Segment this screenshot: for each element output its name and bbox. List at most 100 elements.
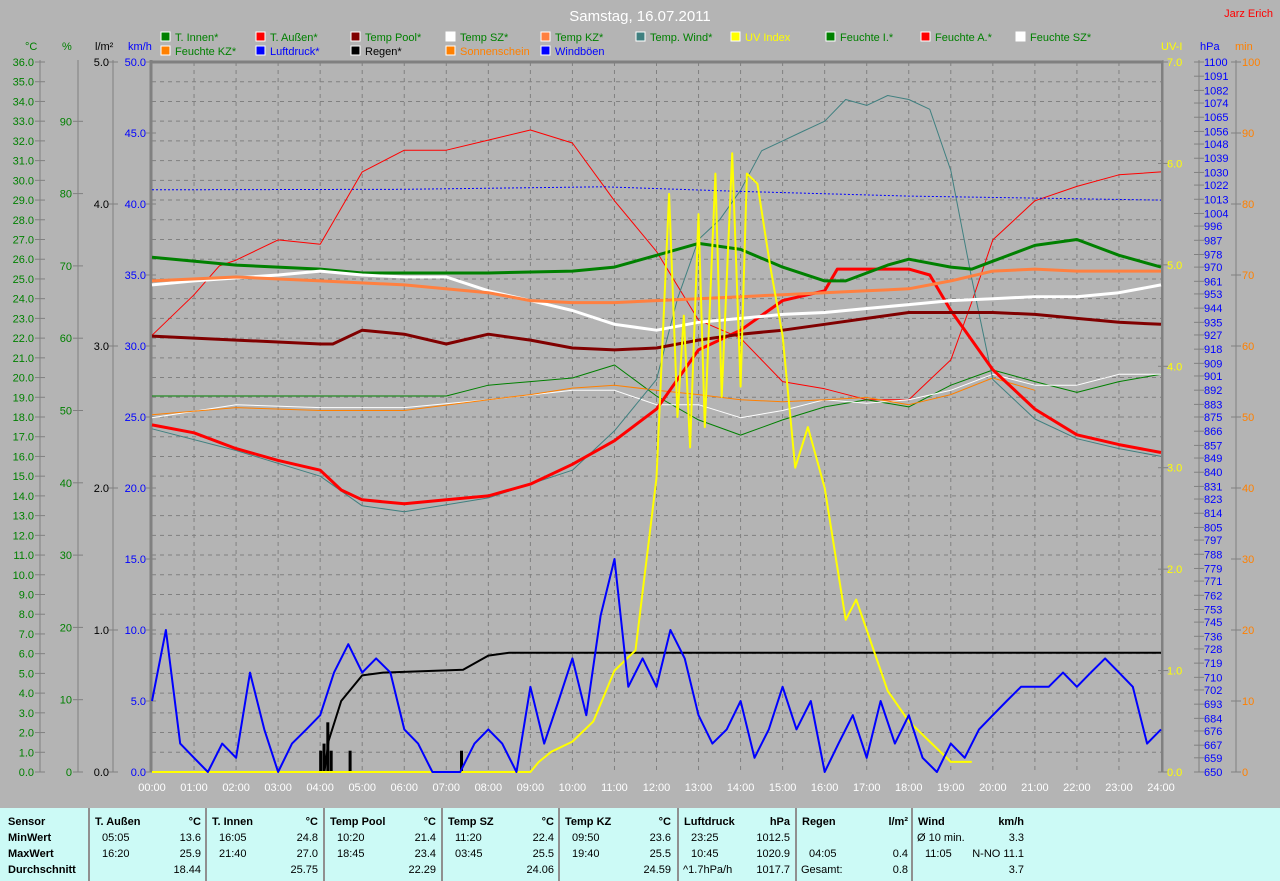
x-tick-label: 24:00 (1147, 782, 1175, 794)
hpa-tick-label: 901 (1204, 371, 1222, 383)
pct-tick-label: 70 (60, 261, 72, 273)
hpa-tick-label: 1013 (1204, 194, 1228, 206)
hpa-tick-label: 953 (1204, 289, 1222, 301)
hpa-tick-label: 840 (1204, 467, 1222, 479)
min-tick-label: 70 (1242, 270, 1254, 282)
temp-tick-label: 27.0 (13, 235, 34, 247)
x-tick-label: 21:00 (1021, 782, 1049, 794)
uv-tick-label: 0.0 (1167, 767, 1182, 779)
rain-tick-label: 2.0 (94, 483, 109, 495)
temp-tick-label: 26.0 (13, 254, 34, 266)
hpa-tick-label: 797 (1204, 535, 1222, 547)
legend-label: Temp Pool* (365, 32, 422, 44)
temp-tick-label: 7.0 (19, 629, 34, 641)
temp-tick-label: 24.0 (13, 294, 34, 306)
pct-tick-label: 0 (66, 767, 72, 779)
legend-label: T. Innen* (175, 32, 219, 44)
hpa-tick-label: 892 (1204, 385, 1222, 397)
hpa-tick-label: 1100 (1204, 57, 1228, 69)
wind-tick-label: 40.0 (125, 199, 146, 211)
hpa-tick-label: 849 (1204, 453, 1222, 465)
row-label-min: MinWert (8, 832, 52, 844)
column-separator (911, 808, 913, 881)
uv-tick-label: 7.0 (1167, 57, 1182, 69)
hpa-tick-label: 987 (1204, 235, 1222, 247)
section-unit: l/m² (888, 816, 908, 828)
stat-value: 0.4 (892, 848, 908, 860)
stat-value: 23.4 (414, 848, 436, 860)
hpa-tick-label: 831 (1204, 481, 1222, 493)
hpa-tick-label: 935 (1204, 317, 1222, 329)
uv-tick-label: 2.0 (1167, 564, 1182, 576)
rain-tick-label: 1.0 (94, 625, 109, 637)
legend-label: Temp KZ* (555, 32, 604, 44)
temp-tick-label: 1.0 (19, 747, 34, 759)
section-unit: °C (305, 816, 318, 828)
legend-swatch (255, 45, 266, 56)
hpa-axis-unit: hPa (1200, 41, 1220, 53)
legend-swatch (255, 31, 266, 42)
x-tick-label: 04:00 (306, 782, 334, 794)
temp-tick-label: 2.0 (19, 728, 34, 740)
legend-swatch (730, 31, 741, 42)
legend-swatch (445, 45, 456, 56)
rain-tick-label: 5.0 (94, 57, 109, 69)
temp-tick-label: 23.0 (13, 313, 34, 325)
temp-tick-label: 28.0 (13, 215, 34, 227)
x-tick-label: 17:00 (853, 782, 881, 794)
x-tick-label: 15:00 (769, 782, 797, 794)
min-tick-label: 80 (1242, 199, 1254, 211)
section-unit: °C (541, 816, 554, 828)
column-separator (88, 808, 90, 881)
temp-tick-label: 14.0 (13, 491, 34, 503)
stat-value: 1020.9 (756, 848, 790, 860)
hpa-tick-label: 1048 (1204, 139, 1228, 151)
weather-chart: Samstag, 16.07.2011 Jarz Erich T. Innen*… (13, 8, 1273, 794)
uv-tick-label: 6.0 (1167, 158, 1182, 170)
hpa-tick-label: 1004 (1204, 208, 1228, 220)
hpa-tick-label: 676 (1204, 726, 1222, 738)
x-tick-label: 01:00 (180, 782, 208, 794)
temp-tick-label: 5.0 (19, 668, 34, 680)
statistics-table: Sensor MinWert MaxWert Durchschnitt T. A… (0, 808, 1280, 881)
x-tick-label: 16:00 (811, 782, 839, 794)
temp-tick-label: 33.0 (13, 116, 34, 128)
temp-tick-label: 17.0 (13, 432, 34, 444)
temp-tick-label: 32.0 (13, 136, 34, 148)
hpa-tick-label: 779 (1204, 563, 1222, 575)
hpa-tick-label: 762 (1204, 590, 1222, 602)
pct-tick-label: 10 (60, 695, 72, 707)
legend-label: Temp. Wind* (650, 32, 713, 44)
legend-label: T. Außen* (270, 32, 318, 44)
legend-label: Sonnenschein (460, 46, 530, 58)
temp-tick-label: 20.0 (13, 373, 34, 385)
hpa-tick-label: 996 (1204, 221, 1222, 233)
legend-swatch (920, 31, 931, 42)
min-tick-label: 100 (1242, 57, 1260, 69)
temp-tick-label: 31.0 (13, 156, 34, 168)
legend-label: Luftdruck* (270, 46, 320, 58)
stat-value: 1012.5 (756, 832, 790, 844)
pct-tick-label: 40 (60, 478, 72, 490)
x-tick-label: 02:00 (222, 782, 250, 794)
temp-axis-unit: °C (25, 41, 37, 53)
hpa-tick-label: 771 (1204, 576, 1222, 588)
hpa-tick-label: 1091 (1204, 71, 1228, 83)
hpa-tick-label: 1056 (1204, 126, 1228, 138)
stat-value: 27.0 (296, 848, 318, 860)
uv-tick-label: 5.0 (1167, 260, 1182, 272)
uv-tick-label: 4.0 (1167, 361, 1182, 373)
temp-tick-label: 13.0 (13, 511, 34, 523)
x-tick-label: 05:00 (348, 782, 376, 794)
pct-tick-label: 20 (60, 622, 72, 634)
x-tick-label: 07:00 (433, 782, 461, 794)
wind-tick-label: 5.0 (131, 696, 146, 708)
column-separator (323, 808, 325, 881)
hpa-tick-label: 1030 (1204, 167, 1228, 179)
wind-tick-label: 30.0 (125, 341, 146, 353)
hpa-tick-label: 1082 (1204, 85, 1228, 97)
temp-tick-label: 18.0 (13, 412, 34, 424)
temp-tick-label: 22.0 (13, 333, 34, 345)
temp-tick-label: 36.0 (13, 57, 34, 69)
hpa-tick-label: 823 (1204, 494, 1222, 506)
